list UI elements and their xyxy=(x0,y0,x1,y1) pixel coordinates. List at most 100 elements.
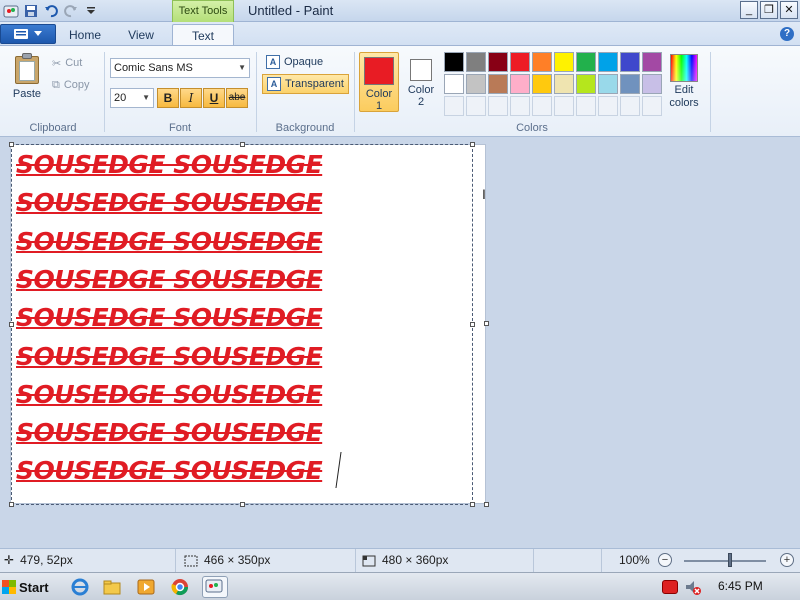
palette-swatch[interactable] xyxy=(620,52,640,72)
custom-color-slot[interactable] xyxy=(554,96,574,116)
palette-swatch[interactable] xyxy=(576,74,596,94)
paint-app-icon[interactable] xyxy=(2,2,20,20)
color1-number: 1 xyxy=(375,100,383,112)
canvas-text-line: SOUSEDGE SOUSEDGE xyxy=(16,379,323,409)
palette-swatch[interactable] xyxy=(488,52,508,72)
palette-swatch[interactable] xyxy=(532,52,552,72)
palette-swatch[interactable] xyxy=(642,74,662,94)
canvas-resize-handle[interactable] xyxy=(484,502,489,507)
palette-swatch[interactable] xyxy=(554,74,574,94)
close-button[interactable]: ✕ xyxy=(780,1,798,19)
selection-icon xyxy=(184,555,198,566)
palette-swatch[interactable] xyxy=(444,74,464,94)
resize-handle[interactable] xyxy=(9,142,14,147)
resize-handle[interactable] xyxy=(240,142,245,147)
custom-color-slot[interactable] xyxy=(510,96,530,116)
resize-handle[interactable] xyxy=(240,502,245,507)
resize-handle[interactable] xyxy=(470,322,475,327)
palette-swatch[interactable] xyxy=(510,52,530,72)
font-family-select[interactable]: Comic Sans MS ▼ xyxy=(110,58,250,78)
copy-button[interactable]: ⧉ Copy xyxy=(52,76,90,94)
custom-color-slot[interactable] xyxy=(466,96,486,116)
file-explorer-icon[interactable] xyxy=(102,577,122,597)
palette-swatch[interactable] xyxy=(598,52,618,72)
save-icon[interactable] xyxy=(22,2,40,20)
action-center-icon[interactable] xyxy=(662,580,678,594)
custom-color-slot[interactable] xyxy=(488,96,508,116)
format-buttons: B I U abe xyxy=(157,88,248,108)
copy-label: Copy xyxy=(63,79,90,91)
custom-color-slot[interactable] xyxy=(598,96,618,116)
zoom-out-button[interactable]: − xyxy=(658,553,672,567)
transparent-option[interactable]: A Transparent xyxy=(262,74,349,94)
resize-handle[interactable] xyxy=(470,142,475,147)
restore-button[interactable]: ❐ xyxy=(760,1,778,19)
custom-color-slot[interactable] xyxy=(532,96,552,116)
opaque-option[interactable]: A Opaque xyxy=(262,52,327,72)
tab-text[interactable]: Text xyxy=(172,24,234,46)
custom-color-slot[interactable] xyxy=(620,96,640,116)
help-icon[interactable]: ? xyxy=(780,27,794,41)
font-family-value: Comic Sans MS xyxy=(114,62,193,74)
image-size-icon xyxy=(362,555,376,566)
image-size-value: 480 × 360px xyxy=(382,553,449,567)
paint-menu-button[interactable] xyxy=(0,24,56,44)
zoom-slider-thumb[interactable] xyxy=(728,553,732,567)
custom-color-slot[interactable] xyxy=(642,96,662,116)
italic-button[interactable]: I xyxy=(180,88,202,108)
palette-swatch[interactable] xyxy=(532,74,552,94)
start-label: Start xyxy=(19,579,49,595)
palette-swatch[interactable] xyxy=(510,74,530,94)
canvas-text-line: SOUSEDGE SOUSEDGE xyxy=(16,303,323,333)
palette-swatch[interactable] xyxy=(488,74,508,94)
zoom-slider[interactable] xyxy=(684,560,766,562)
palette-swatch[interactable] xyxy=(554,52,574,72)
scissors-icon: ✂ xyxy=(52,57,62,70)
redo-icon[interactable] xyxy=(62,2,80,20)
bold-button[interactable]: B xyxy=(157,88,179,108)
customize-toolbar-icon[interactable] xyxy=(82,2,100,20)
font-size-select[interactable]: 20 ▼ xyxy=(110,88,154,108)
resize-handle[interactable] xyxy=(470,502,475,507)
minimize-button[interactable]: _ xyxy=(740,1,758,19)
resize-handle[interactable] xyxy=(9,322,14,327)
menu-icon xyxy=(14,29,28,39)
title-bar: Text Tools Untitled - Paint _ ❐ ✕ xyxy=(0,0,800,22)
chrome-icon[interactable] xyxy=(170,577,190,597)
clock[interactable]: 6:45 PM xyxy=(718,579,763,593)
color1-button[interactable]: Color 1 xyxy=(359,52,399,112)
tab-home[interactable]: Home xyxy=(62,24,108,46)
palette-swatch[interactable] xyxy=(642,52,662,72)
strikethrough-button[interactable]: abe xyxy=(226,88,248,108)
volume-muted-icon[interactable] xyxy=(684,578,702,596)
underline-button[interactable]: U xyxy=(203,88,225,108)
cut-button[interactable]: ✂ Cut xyxy=(52,54,82,72)
start-button[interactable]: Start xyxy=(2,576,54,598)
media-player-icon[interactable] xyxy=(136,577,156,597)
palette-swatch[interactable] xyxy=(466,74,486,94)
color2-button[interactable]: Color 2 xyxy=(401,52,441,112)
opaque-label: Opaque xyxy=(284,56,324,68)
paste-button[interactable]: Paste xyxy=(6,52,48,112)
color2-label: Color xyxy=(407,84,435,96)
internet-explorer-icon[interactable] xyxy=(70,577,90,597)
canvas-text-line: SOUSEDGE SOUSEDGE xyxy=(16,188,323,218)
edit-colors-button[interactable]: Edit colors xyxy=(666,52,702,110)
palette-swatch[interactable] xyxy=(576,52,596,72)
paste-label: Paste xyxy=(12,88,42,100)
status-bar: ✛ 479, 52px 466 × 350px 480 × 360px 100%… xyxy=(0,548,800,572)
resize-handle[interactable] xyxy=(9,502,14,507)
palette-swatch[interactable] xyxy=(598,74,618,94)
paint-taskbar-button[interactable] xyxy=(202,576,228,598)
ribbon-tab-strip: Home View Text ? xyxy=(0,22,800,46)
tab-view[interactable]: View xyxy=(116,24,166,46)
palette-swatch[interactable] xyxy=(444,52,464,72)
custom-color-slot[interactable] xyxy=(444,96,464,116)
edit-colors-label-2: colors xyxy=(669,97,699,109)
custom-color-slot[interactable] xyxy=(576,96,596,116)
palette-swatch[interactable] xyxy=(620,74,640,94)
canvas-resize-handle[interactable] xyxy=(484,321,489,326)
palette-swatch[interactable] xyxy=(466,52,486,72)
zoom-in-button[interactable]: + xyxy=(780,553,794,567)
undo-icon[interactable] xyxy=(42,2,60,20)
